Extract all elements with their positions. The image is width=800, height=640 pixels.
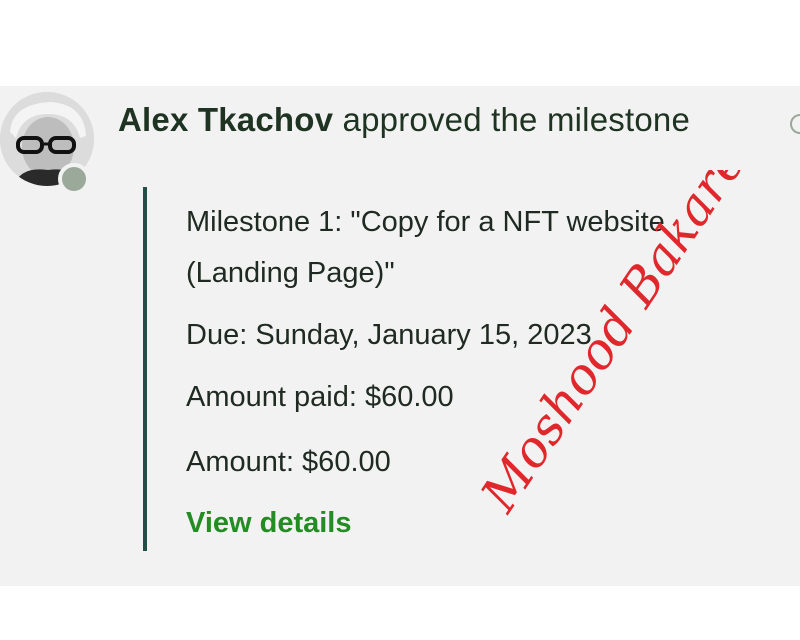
actor-name[interactable]: Alex Tkachov [118,101,333,138]
online-status-dot [58,163,90,195]
view-details-link[interactable]: View details [186,507,352,540]
milestone-amount-paid: Amount paid: $60.00 [186,381,454,413]
activity-action: approved the milestone [342,101,690,138]
top-background [0,0,800,86]
bottom-background [0,586,800,640]
milestone-amount: Amount: $60.00 [186,446,391,478]
activity-headline: Alex Tkachov approved the milestone [118,101,690,139]
quote-bar [143,187,147,551]
milestone-title-line1: Milestone 1: "Copy for a NFT website [186,206,665,238]
milestone-due-date: Due: Sunday, January 15, 2023 [186,319,592,351]
milestone-title-line2: (Landing Page)" [186,257,395,289]
